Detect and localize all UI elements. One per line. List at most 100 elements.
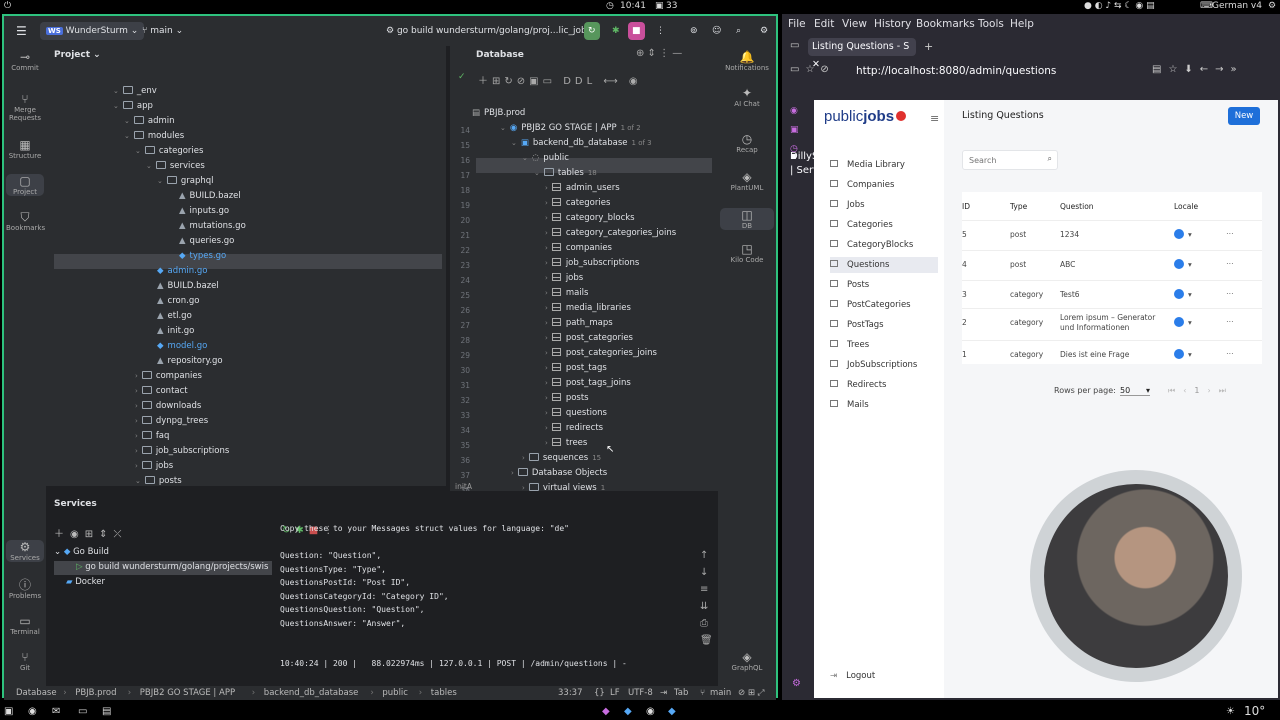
chevron-right-icon[interactable]: ›	[545, 259, 548, 267]
chevron-down-icon[interactable]: ⌄	[157, 177, 163, 185]
db-table-row[interactable]: › category_categories_joins	[545, 226, 676, 241]
nav-postcategories[interactable]: PostCategories	[830, 297, 938, 313]
breadcrumb-item[interactable]: tables	[431, 686, 457, 700]
chevron-right-icon[interactable]: ›	[545, 289, 548, 297]
nav-media library[interactable]: Media Library	[830, 157, 938, 173]
locale-globe-icon[interactable]	[1174, 259, 1184, 269]
tree-row[interactable]: ⌄ posts	[135, 474, 182, 489]
tree-row[interactable]: › companies	[135, 369, 202, 384]
browser-side-icons[interactable]: ◉ ▣ ◷	[790, 102, 804, 159]
search-icon[interactable]: ⌕	[1048, 154, 1052, 164]
db-table-row[interactable]: › post_tags_joins	[545, 376, 631, 391]
tree-row[interactable]: ▲ BUILD.bazel	[146, 279, 219, 294]
chevron-right-icon[interactable]: ›	[135, 387, 138, 395]
gear-icon[interactable]: ⚙	[754, 22, 774, 40]
tree-row[interactable]: › jobs	[135, 459, 173, 474]
strip-structure[interactable]: ▦ Structure	[6, 138, 44, 160]
db-table-row[interactable]: › path_maps	[545, 316, 613, 331]
tree-row[interactable]: ⌄ categories	[135, 144, 203, 159]
breadcrumb-item[interactable]: public	[382, 686, 408, 700]
app-tray-3-icon[interactable]: ◉	[646, 706, 655, 718]
nav-categories[interactable]: Categories	[830, 217, 938, 233]
search-box[interactable]: ⌕	[962, 150, 1058, 170]
chevron-down-icon[interactable]: ⌄	[135, 147, 141, 155]
sidebar-toggle-icon[interactable]: ▭	[790, 40, 799, 51]
nav-companies[interactable]: Companies	[830, 177, 938, 193]
db-schema[interactable]: ⌄ ▣ backend_db_database 1 of 3	[511, 136, 652, 151]
db-table-row[interactable]: › companies	[545, 241, 612, 256]
more-icon[interactable]: ⋮	[650, 22, 671, 40]
lock-icon[interactable]: ⊘ ⊞ ⤢	[738, 686, 764, 700]
stop-button[interactable]: ■	[628, 22, 645, 40]
caret-down-icon[interactable]: ▾	[1188, 350, 1192, 359]
tree-row[interactable]: ▲ repository.go	[146, 354, 223, 369]
logout-button[interactable]: ⇥ Logout	[830, 668, 938, 684]
chevron-right-icon[interactable]: ›	[545, 349, 548, 357]
tree-row[interactable]: ⌄ graphql	[157, 174, 214, 189]
browser-tab[interactable]: Listing Questions - S ✕	[808, 38, 916, 70]
breadcrumb-item[interactable]: Database	[16, 686, 57, 700]
locale-globe-icon[interactable]	[1174, 349, 1184, 359]
chevron-down-icon[interactable]: ⌄	[113, 87, 119, 95]
strip-problems[interactable]: ⓘ Problems	[6, 578, 44, 600]
column-header-type[interactable]: Type	[1010, 202, 1027, 211]
strip-git[interactable]: ⑂ Git	[6, 650, 44, 672]
ai-assistant-icon[interactable]: ⊚	[684, 22, 704, 40]
column-header-question[interactable]: Question	[1060, 202, 1094, 211]
db-toolbar-icons[interactable]: ＋⊞↻⊘▣▭ DDL ⟷ ◉	[478, 72, 642, 87]
tree-row[interactable]: ◆ types.go	[168, 249, 226, 264]
tree-row[interactable]: › faq	[135, 429, 169, 444]
chevron-right-icon[interactable]: ›	[545, 304, 548, 312]
strip-services[interactable]: ⚙ Services	[6, 540, 44, 562]
tree-row[interactable]: ▲ mutations.go	[168, 219, 246, 234]
chevron-right-icon[interactable]: ›	[135, 402, 138, 410]
app-tray-1-icon[interactable]: ◆	[602, 706, 610, 718]
chevron-right-icon[interactable]: ›	[545, 394, 548, 402]
strip-bookmarks[interactable]: ⛉ Bookmarks	[6, 210, 45, 232]
chevron-right-icon[interactable]: ›	[545, 424, 548, 432]
row-actions-icon[interactable]: ⋯	[1226, 229, 1234, 238]
tree-row[interactable]: ◆ model.go	[146, 339, 207, 354]
tree-row[interactable]: ▲ init.go	[146, 324, 194, 339]
strip-project[interactable]: ▢ Project	[6, 174, 44, 196]
sidebar-settings-icon[interactable]: ⚙	[792, 678, 801, 689]
db-table-row[interactable]: › post_categories_joins	[545, 346, 657, 361]
rows-per-page-select[interactable]: 50 ▾	[1120, 386, 1150, 396]
pagination[interactable]: ⏮‹1›⏭	[1168, 386, 1234, 396]
indent[interactable]: Tab	[674, 686, 688, 700]
chevron-right-icon[interactable]: ›	[545, 319, 548, 327]
db-table-row[interactable]: › job_subscriptions	[545, 256, 639, 271]
tree-row[interactable]: ▲ queries.go	[168, 234, 234, 249]
project-switcher[interactable]: WS WunderSturm ⌄	[40, 22, 145, 40]
menu-toggle-icon[interactable]: ≡	[930, 112, 939, 125]
chevron-down-icon[interactable]: ⌄	[146, 162, 152, 170]
menu-bookmarks[interactable]: Bookmarks	[916, 18, 975, 30]
nav-posts[interactable]: Posts	[830, 277, 938, 293]
row-actions-icon[interactable]: ⋯	[1226, 317, 1234, 326]
power-icon[interactable]: ⏻	[4, 0, 11, 12]
strip-plantuml[interactable]: ◈ PlantUML	[720, 170, 774, 192]
locale-globe-icon[interactable]	[1174, 229, 1184, 239]
chevron-down-icon[interactable]: ⌄	[534, 169, 540, 177]
terminal-icon[interactable]: ▣	[4, 706, 13, 718]
column-header-locale[interactable]: Locale	[1174, 202, 1198, 211]
run-item[interactable]: ▷ go build wundersturm/golang/projects/s…	[76, 562, 272, 572]
db-table-row[interactable]: › redirects	[545, 421, 603, 436]
strip-commit[interactable]: ⊸ Commit	[6, 50, 44, 72]
row-actions-icon[interactable]: ⋯	[1226, 259, 1234, 268]
db-table-row[interactable]: › post_tags	[545, 361, 607, 376]
menu-history[interactable]: History	[874, 18, 911, 30]
keyboard-layout[interactable]: German v4	[1212, 0, 1262, 12]
chevron-right-icon[interactable]: ›	[545, 244, 548, 252]
cursor-position[interactable]: 33:37	[558, 686, 583, 700]
tree-row[interactable]: › downloads	[135, 399, 201, 414]
locale-globe-icon[interactable]	[1174, 317, 1184, 327]
services-toolbar[interactable]: ＋◉⊞⇕⤫	[54, 525, 127, 540]
menu-tools[interactable]: Tools	[978, 18, 1004, 30]
locale-globe-icon[interactable]	[1174, 289, 1184, 299]
chevron-down-icon[interactable]: ⌄	[124, 117, 130, 125]
nav-mails[interactable]: Mails	[830, 397, 938, 413]
tree-row[interactable]: › job_subscriptions	[135, 444, 229, 459]
menu-view[interactable]: View	[842, 18, 867, 30]
app-tray-4-icon[interactable]: ◆	[668, 706, 676, 718]
